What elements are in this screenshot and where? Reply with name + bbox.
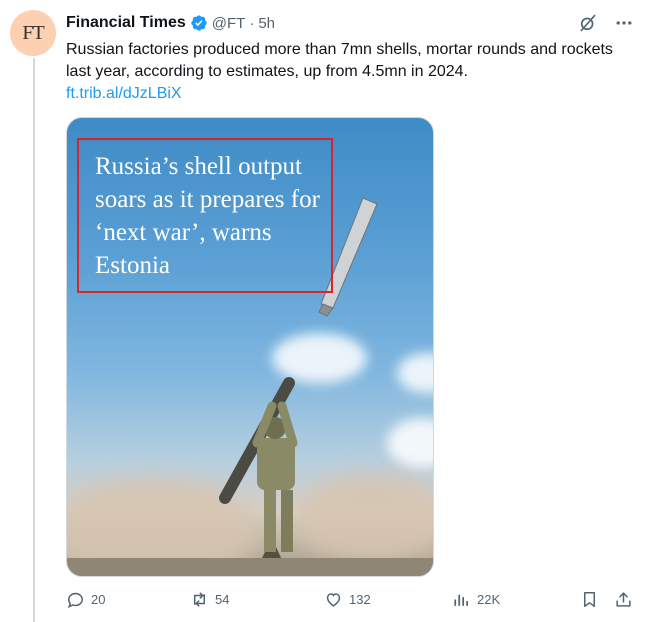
thread-line <box>33 58 35 622</box>
post-time[interactable]: 5h <box>258 15 275 32</box>
share-button[interactable] <box>614 590 633 609</box>
post-text: Russian factories produced more than 7mn… <box>66 39 626 105</box>
like-count: 132 <box>349 592 371 607</box>
bookmark-button[interactable] <box>580 590 599 609</box>
avatar[interactable]: FT <box>10 10 56 56</box>
like-icon <box>326 593 341 607</box>
verified-badge-icon[interactable] <box>190 14 208 32</box>
share-icon <box>616 592 631 607</box>
grok-icon[interactable] <box>577 12 599 34</box>
more-icon[interactable] <box>613 12 635 34</box>
post-header: Financial Times @FT · 5h <box>66 14 275 32</box>
bookmark-icon <box>583 592 596 607</box>
views-count: 22K <box>477 592 501 607</box>
post-media-image[interactable]: Russia’s shell output soars as it prepar… <box>66 117 434 577</box>
action-bar: 20 54 132 22K <box>66 590 640 616</box>
avatar-logo-text: FT <box>22 21 44 44</box>
reply-icon <box>67 592 83 609</box>
author-handle[interactable]: @FT <box>212 15 246 32</box>
like-button[interactable]: 132 <box>324 590 371 609</box>
author-name[interactable]: Financial Times <box>66 14 186 32</box>
separator-dot: · <box>249 14 255 32</box>
reply-button[interactable]: 20 <box>66 590 105 609</box>
top-right-icons <box>577 12 635 34</box>
views-button[interactable]: 22K <box>452 590 500 609</box>
repost-button[interactable]: 54 <box>190 590 229 609</box>
reply-count: 20 <box>91 592 106 607</box>
post-body: Russian factories produced more than 7mn… <box>66 41 613 80</box>
media-headline: Russia’s shell output soars as it prepar… <box>95 153 320 279</box>
post-link[interactable]: ft.trib.al/dJzLBiX <box>66 83 626 105</box>
repost-count: 54 <box>215 592 230 607</box>
views-icon <box>454 594 468 606</box>
repost-icon <box>193 592 206 607</box>
